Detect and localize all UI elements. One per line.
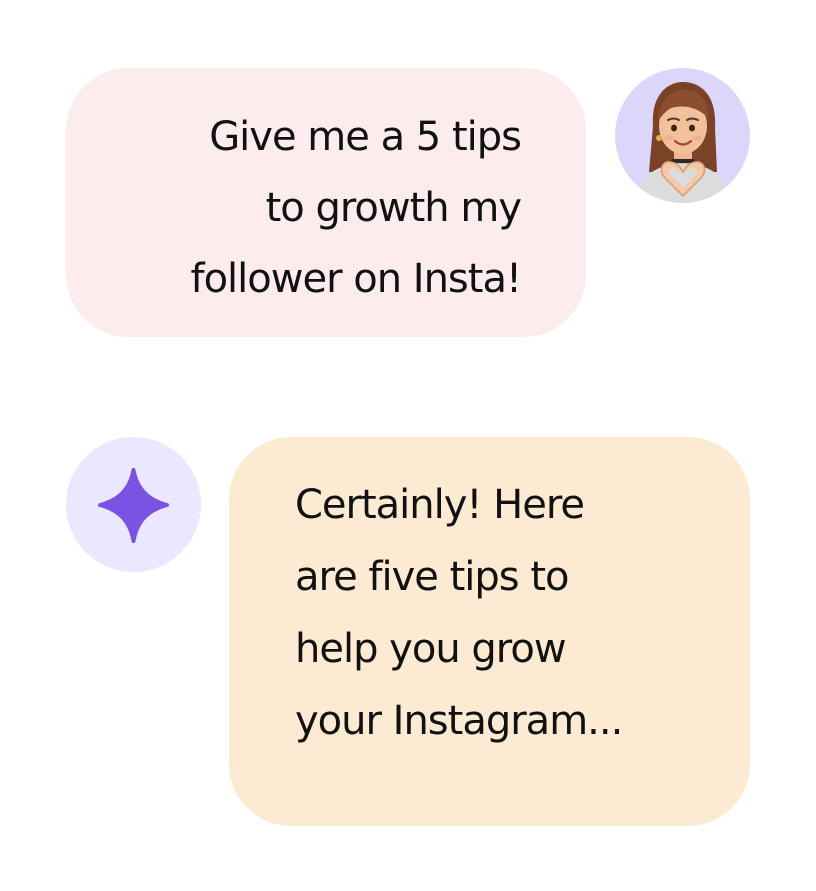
ai-message-line: your Instagram...: [295, 698, 623, 744]
user-avatar: [615, 68, 750, 203]
ai-message-line: are five tips to: [295, 554, 569, 600]
four-point-sparkle-icon: [98, 468, 169, 543]
user-message-line: to growth my: [265, 185, 522, 231]
user-message-line: follower on Insta!: [190, 256, 522, 302]
ai-avatar: [66, 437, 201, 572]
ai-message-bubble: Certainly! Here are five tips to help yo…: [229, 437, 750, 826]
user-message-line: Give me a 5 tips: [209, 114, 522, 160]
user-message-bubble: Give me a 5 tips to growth my follower o…: [66, 68, 586, 337]
memoji-girl-heart-hands-icon: [637, 82, 729, 203]
ai-message-line: Certainly! Here: [295, 482, 585, 528]
ai-message-line: help you grow: [295, 626, 567, 672]
